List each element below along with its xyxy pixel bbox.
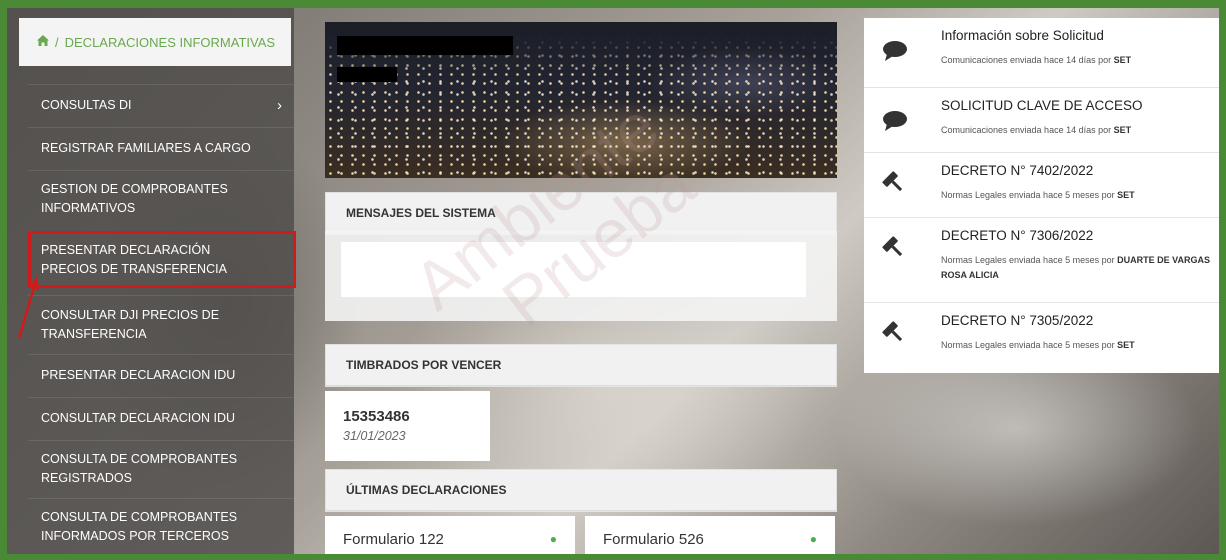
declaracion-label: Formulario 122 [343,530,444,548]
notification-title: Información sobre Solicitud [941,28,1104,43]
comment-icon [882,40,908,67]
notification-item[interactable]: DECRETO N° 7305/2022 Normas Legales envi… [864,303,1219,373]
gavel-icon [882,171,906,200]
sidebar-item-consulta-comprobantes-terceros[interactable]: CONSULTA DE COMPROBANTES INFORMADOS POR … [28,498,294,554]
eye-icon[interactable]: ● [810,532,817,546]
sidebar-item-label: CONSULTAR DECLARACION IDU [41,411,236,425]
declaracion-label: Formulario 526 [603,530,704,548]
chevron-right-icon: › [277,97,282,114]
home-icon[interactable] [37,35,49,49]
sidebar-item-registrar-familiares[interactable]: REGISTRAR FAMILIARES A CARGO [28,127,294,169]
sidebar-item-consultar-idu[interactable]: CONSULTAR DECLARACION IDU [28,397,294,439]
sidebar-item-consultar-dji-precios[interactable]: CONSULTAR DJI PRECIOS DE TRANSFERENCIA [28,295,294,353]
sidebar-item-label: CONSULTAR DJI PRECIOS DE TRANSFERENCIA [41,307,220,341]
panel-title: ÚLTIMAS DECLARACIONES [326,470,836,511]
redacted-text [337,36,513,55]
breadcrumb[interactable]: / DECLARACIONES INFORMATIVAS [19,18,291,66]
comment-icon [882,110,908,137]
gavel-icon [882,321,906,350]
notification-subtitle: Normas Legales enviada hace 5 meses por … [941,190,1135,200]
breadcrumb-current: DECLARACIONES INFORMATIVAS [64,34,276,50]
annotation-arrow-icon [17,276,39,339]
notification-subtitle: Comunicaciones enviada hace 14 días por … [941,55,1132,65]
sidebar-item-gestion-comprobantes[interactable]: GESTION DE COMPROBANTES INFORMATIVOS [28,170,294,227]
timbrados-panel: TIMBRADOS POR VENCER [325,344,837,387]
notification-subtitle: Normas Legales enviada hace 5 meses por … [941,255,1210,280]
ultimas-panel: ÚLTIMAS DECLARACIONES [325,469,837,512]
timbrado-card[interactable]: 15353486 31/01/2023 [325,391,490,461]
sidebar-item-label: REGISTRAR FAMILIARES A CARGO [41,141,251,155]
sidebar-item-label: CONSULTAS DI [41,98,132,112]
sidebar-item-presentar-idu[interactable]: PRESENTAR DECLARACION IDU [28,354,294,396]
timbrado-date: 31/01/2023 [343,429,406,443]
notification-item[interactable]: DECRETO N° 7306/2022 Normas Legales envi… [864,218,1219,303]
sidebar-item-label: GESTION DE COMPROBANTES INFORMATIVOS [41,182,228,215]
declaracion-card[interactable]: Formulario 526 ● [585,516,835,554]
mensajes-content [341,242,806,297]
breadcrumb-separator: / [55,34,59,50]
gavel-icon [882,236,906,265]
notification-title: DECRETO N° 7305/2022 [941,313,1094,328]
highlight-box [28,231,296,288]
notification-item[interactable]: SOLICITUD CLAVE DE ACCESO Comunicaciones… [864,88,1219,153]
timbrado-number: 15353486 [343,408,410,425]
sidebar-item-consultas-di[interactable]: CONSULTAS DI › [28,84,294,126]
sidebar-item-label: CONSULTA DE COMPROBANTES REGISTRADOS [41,452,238,485]
notification-subtitle: Comunicaciones enviada hace 14 días por … [941,125,1132,135]
notification-title: DECRETO N° 7402/2022 [941,163,1094,178]
app-frame: / DECLARACIONES INFORMATIVAS CONSULTAS D… [7,8,1219,554]
notification-title: SOLICITUD CLAVE DE ACCESO [941,98,1143,113]
mensajes-panel: MENSAJES DEL SISTEMA [325,192,837,235]
declaracion-card[interactable]: Formulario 122 ● [325,516,575,554]
eye-icon[interactable]: ● [550,532,557,546]
notification-title: DECRETO N° 7306/2022 [941,228,1094,243]
notification-item[interactable]: Información sobre Solicitud Comunicacion… [864,18,1219,88]
panel-title: TIMBRADOS POR VENCER [326,345,836,386]
notification-item[interactable]: DECRETO N° 7402/2022 Normas Legales envi… [864,153,1219,218]
hero-image [325,22,837,178]
sidebar-item-label: CONSULTA DE COMPROBANTES INFORMADOS POR … [41,509,238,543]
sidebar: / DECLARACIONES INFORMATIVAS CONSULTAS D… [7,8,296,554]
notification-subtitle: Normas Legales enviada hace 5 meses por … [941,340,1135,350]
redacted-text [337,67,397,82]
panel-title: MENSAJES DEL SISTEMA [326,193,836,234]
notifications-panel: Información sobre Solicitud Comunicacion… [864,18,1219,373]
mensajes-body [325,231,837,321]
sidebar-item-label: PRESENTAR DECLARACION IDU [41,368,236,382]
sidebar-item-consulta-comprobantes-registrados[interactable]: CONSULTA DE COMPROBANTES REGISTRADOS [28,440,294,497]
